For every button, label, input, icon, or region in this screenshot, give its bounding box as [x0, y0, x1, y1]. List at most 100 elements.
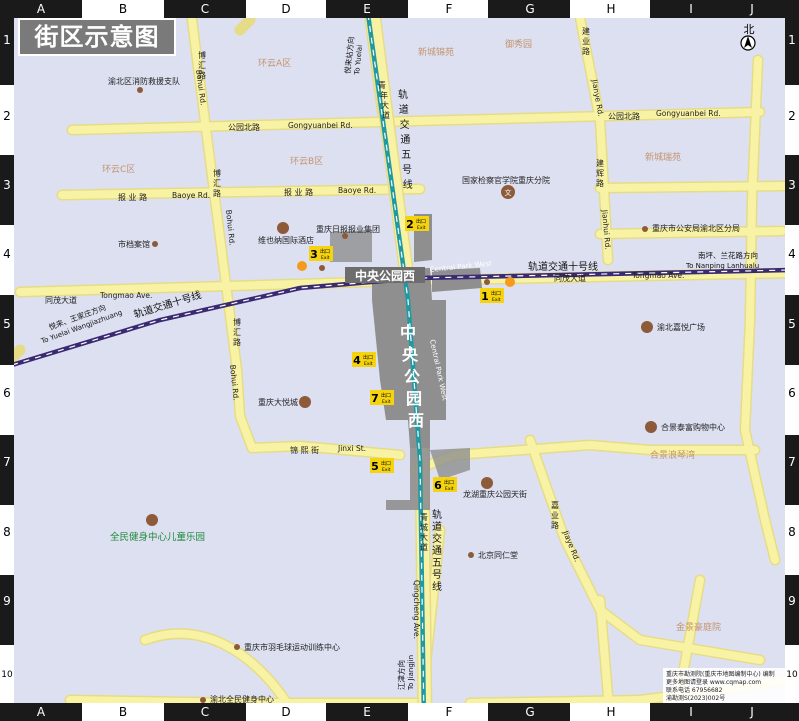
grid-col-label-top: A	[37, 2, 46, 16]
svg-text:辉: 辉	[596, 169, 604, 178]
svg-text:年: 年	[380, 90, 388, 100]
exit-label: 出口	[381, 392, 391, 399]
poi-hejing-mall: 合景泰富购物中心	[661, 422, 725, 432]
poi-jiayue-square: 渝北嘉悦广场	[657, 322, 705, 332]
road-bohui-cn-3: 博	[233, 317, 241, 327]
grid-row-label-right: 2	[788, 109, 796, 123]
road-jiaye-cn: 嘉	[551, 500, 559, 510]
line5-label-bottom-char: 交	[432, 532, 442, 545]
grid-col-label-bottom: H	[606, 705, 615, 719]
exit-badge-5: 5 出口Exit	[370, 458, 394, 473]
poi-tongrentang: 北京同仁堂	[478, 550, 518, 560]
road-baoye-en: Baoye Rd.	[172, 191, 210, 200]
mall-icon-longhu	[481, 477, 493, 489]
exit-number: 2	[406, 218, 414, 231]
exit-number: 6	[434, 479, 442, 492]
grid-col-label-top: J	[749, 2, 754, 16]
grid-row-label-right: 8	[788, 525, 796, 539]
grid-col-label-top: E	[363, 2, 371, 16]
grid-row-label-left: 1	[3, 33, 11, 47]
poi-dot-fire	[137, 87, 143, 93]
mall-icon-hejing	[645, 421, 657, 433]
svg-text:路: 路	[551, 520, 559, 530]
svg-text:汇: 汇	[198, 61, 206, 70]
exit-label: 出口	[491, 290, 501, 297]
svg-text:路: 路	[582, 46, 590, 56]
svg-text:业: 业	[582, 36, 590, 46]
district-jinjing: 金景豪庭院	[676, 621, 721, 633]
poi-dot-archives	[152, 241, 158, 247]
exit-label: 出口	[363, 354, 373, 361]
district-huanyun-a: 环云A区	[258, 58, 291, 69]
svg-text:路: 路	[198, 70, 206, 80]
road-tongmao2-cn: 同茂大道	[554, 273, 586, 283]
poi-weiye-hotel: 维也纳国际酒店	[258, 235, 314, 245]
svg-text:业: 业	[551, 510, 559, 520]
exit-badge-1: 1 出口Exit	[480, 288, 504, 303]
road-baoye2-cn: 报 业 路	[284, 187, 313, 197]
exit-label-en: Exit	[492, 297, 501, 303]
grid-row-label-left: 4	[3, 247, 11, 261]
road-jianhui-cn: 建	[596, 158, 604, 168]
road-gongyuanbei-cn: 公园北路	[228, 122, 260, 132]
line10-label-east: 轨道交通十号线	[528, 260, 598, 273]
grid-row-label-right: 3	[788, 178, 796, 192]
poi-dot-police	[642, 226, 648, 232]
grid-row-label-right: 6	[788, 386, 796, 400]
grid-col-label-bottom: A	[37, 705, 46, 719]
grid-row-label-left: 7	[3, 455, 11, 469]
bus-icon-east	[505, 277, 515, 287]
grid-row-label-right: 5	[788, 317, 796, 331]
exit-number: 4	[353, 354, 361, 367]
poi-procuratorate: 国家检察官学院重庆分院	[462, 175, 550, 185]
poi-archives: 市档案馆	[118, 239, 150, 249]
road-tongmao-cn: 同茂大道	[45, 295, 77, 305]
station-name-vertical-char: 中	[400, 323, 416, 342]
grid-row-label-right: 7	[788, 455, 796, 469]
poi-longhu-sky: 龙湖重庆公园天街	[463, 489, 527, 499]
station-name-vertical-char: 央	[402, 345, 419, 364]
svg-text:道: 道	[420, 542, 428, 552]
road-jianye-cn: 建	[582, 26, 590, 36]
line5-label-bottom-char: 号	[432, 569, 442, 581]
exit-label-en: Exit	[364, 361, 373, 367]
line5-label-bottom-char: 通	[432, 545, 442, 557]
grid-col-label-bottom: D	[281, 705, 290, 719]
svg-text:大: 大	[420, 532, 428, 542]
exit-label: 出口	[381, 460, 391, 467]
road-tongmao-en: Tongmao Ave.	[99, 291, 152, 300]
exit-label: 出口	[320, 248, 330, 255]
exit-badge-7: 7 出口Exit	[370, 390, 394, 405]
grid-row-label-left: 10	[1, 670, 13, 680]
poi-police: 重庆市公安局渝北区分局	[652, 223, 740, 233]
hotel-icon	[277, 222, 289, 234]
exit-badge-4: 4 出口Exit	[352, 352, 376, 367]
district-xincheng-ruiyuan: 新城瑞苑	[645, 151, 681, 163]
grid-row-label-left: 8	[3, 525, 11, 539]
district-huanyun-c: 环云C区	[102, 164, 135, 175]
road-bohui-cn-2: 博	[213, 168, 221, 178]
park-icon	[146, 514, 158, 526]
road-qingnian-cn: 青	[378, 80, 386, 90]
road-gongyuanbei2-cn: 公园北路	[608, 111, 640, 121]
svg-text:路: 路	[596, 178, 604, 188]
exit-label-en: Exit	[382, 399, 391, 405]
grid-col-label-top: B	[119, 2, 127, 16]
district-hejing: 合景浪琴湾	[650, 449, 695, 461]
line5-label-top-char: 道	[399, 103, 409, 116]
exit-label-en: Exit	[321, 255, 330, 261]
district-yuxiu-yuan: 御秀园	[505, 38, 532, 50]
line5-label-bottom-char: 道	[432, 520, 442, 533]
footer-line2: 更多地图请登录 www.cqmap.com	[666, 678, 761, 686]
svg-text:城: 城	[420, 523, 428, 532]
road-baoye-cn: 报 业 路	[118, 192, 147, 202]
direction-nanping: 南坪、兰花路方向	[698, 250, 758, 260]
poi-fitness: 渝北全民健身中心	[210, 694, 274, 704]
grid-col-label-top: F	[446, 2, 453, 16]
line5-label-top-char: 五	[401, 150, 411, 161]
bus-icon-west	[297, 261, 307, 271]
poi-badminton: 重庆市羽毛球运动训练中心	[244, 642, 340, 652]
grid-row-label-right: 10	[786, 670, 798, 680]
station-name-cn: 中央公园西	[355, 268, 415, 283]
grid-row-label-left: 2	[3, 109, 11, 123]
